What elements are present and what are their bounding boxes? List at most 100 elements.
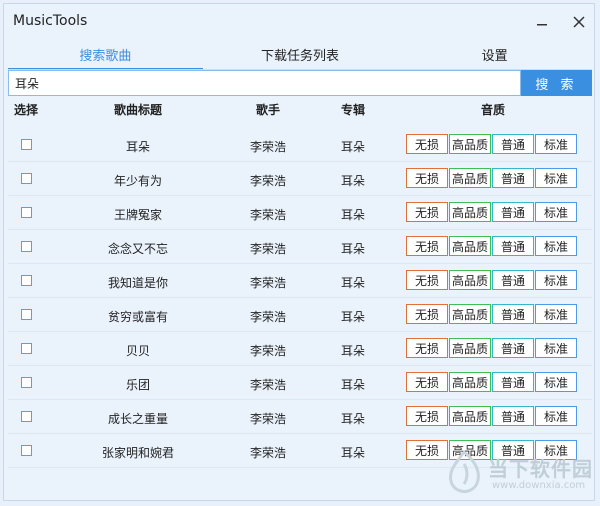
song-artist: 李荣浩 (249, 208, 286, 222)
quality-high-quality-button[interactable]: 高品质 (449, 134, 491, 154)
quality-standard-button[interactable]: 标准 (535, 406, 577, 426)
song-title: 念念又不忘 (107, 242, 168, 256)
quality-standard-button[interactable]: 标准 (535, 202, 577, 222)
quality-standard-button[interactable]: 标准 (535, 372, 577, 392)
watermark: 当下软件园 www.downxia.com (444, 450, 594, 500)
search-button[interactable]: 搜 索 (521, 70, 592, 96)
watermark-logo-icon (449, 450, 480, 494)
song-title: 贝贝 (125, 344, 150, 358)
quality-normal-button[interactable]: 普通 (492, 304, 534, 324)
quality-lossless-button[interactable]: 无损 (406, 202, 448, 222)
header-artist: 歌手 (255, 103, 280, 117)
select-checkbox[interactable] (21, 275, 32, 286)
quality-high-quality-button[interactable]: 高品质 (449, 338, 491, 358)
watermark-name: 当下软件园 (488, 457, 593, 481)
song-artist: 李荣浩 (249, 242, 286, 256)
quality-high-quality-button[interactable]: 高品质 (449, 270, 491, 290)
quality-lossless-button[interactable]: 无损 (406, 338, 448, 358)
window-title: MusicTools (13, 13, 88, 29)
table-header: 选择 歌曲标题 歌手 专辑 音质 (8, 101, 592, 125)
quality-normal-button[interactable]: 普通 (492, 270, 534, 290)
quality-normal-button[interactable]: 普通 (492, 338, 534, 358)
song-title: 年少有为 (113, 174, 162, 188)
quality-normal-button[interactable]: 普通 (492, 406, 534, 426)
quality-normal-button[interactable]: 普通 (492, 134, 534, 154)
quality-lossless-button[interactable]: 无损 (406, 168, 448, 188)
quality-lossless-button[interactable]: 无损 (406, 304, 448, 324)
quality-lossless-button[interactable]: 无损 (406, 134, 448, 154)
select-checkbox[interactable] (21, 207, 32, 218)
song-title: 成长之重量 (107, 412, 168, 426)
table-row: 耳朵 李荣浩 耳朵 无损 高品质 普通 标准 (8, 128, 592, 162)
table-row: 念念又不忘 李荣浩 耳朵 无损 高品质 普通 标准 (8, 230, 592, 264)
quality-normal-button[interactable]: 普通 (492, 168, 534, 188)
song-artist: 李荣浩 (249, 310, 286, 324)
table-row: 成长之重量 李荣浩 耳朵 无损 高品质 普通 标准 (8, 400, 592, 434)
song-title: 张家明和婉君 (101, 446, 174, 460)
tab-download-tasks[interactable]: 下载任务列表 (203, 44, 398, 70)
search-input[interactable] (8, 70, 521, 96)
tab-settings[interactable]: 设置 (397, 44, 592, 70)
table-row: 贫穷或富有 李荣浩 耳朵 无损 高品质 普通 标准 (8, 298, 592, 332)
close-icon (573, 16, 585, 28)
quality-high-quality-button[interactable]: 高品质 (449, 372, 491, 392)
song-title: 贫穷或富有 (107, 310, 168, 324)
quality-high-quality-button[interactable]: 高品质 (449, 236, 491, 256)
song-artist: 李荣浩 (249, 344, 286, 358)
title-bar: MusicTools (4, 4, 594, 38)
quality-standard-button[interactable]: 标准 (535, 168, 577, 188)
song-album: 耳朵 (340, 446, 365, 460)
table-row: 我知道是你 李荣浩 耳朵 无损 高品质 普通 标准 (8, 264, 592, 298)
minimize-button[interactable] (532, 12, 552, 32)
quality-standard-button[interactable]: 标准 (535, 304, 577, 324)
quality-standard-button[interactable]: 标准 (535, 270, 577, 290)
search-bar: 搜 索 (8, 70, 592, 96)
quality-lossless-button[interactable]: 无损 (406, 406, 448, 426)
song-artist: 李荣浩 (249, 412, 286, 426)
select-checkbox[interactable] (21, 173, 32, 184)
quality-normal-button[interactable]: 普通 (492, 236, 534, 256)
song-list: 耳朵 李荣浩 耳朵 无损 高品质 普通 标准 年少有为 李荣浩 耳朵 无损 高品质 普通 标准 王牌冤家 李荣… (8, 128, 592, 468)
song-artist: 李荣浩 (249, 276, 286, 290)
select-checkbox[interactable] (21, 411, 32, 422)
song-album: 耳朵 (340, 208, 365, 222)
select-checkbox[interactable] (21, 343, 32, 354)
quality-lossless-button[interactable]: 无损 (406, 440, 448, 460)
song-artist: 李荣浩 (249, 174, 286, 188)
select-checkbox[interactable] (21, 377, 32, 388)
song-album: 耳朵 (340, 242, 365, 256)
song-album: 耳朵 (340, 412, 365, 426)
quality-lossless-button[interactable]: 无损 (406, 236, 448, 256)
watermark-url: www.downxia.com (492, 480, 586, 491)
quality-high-quality-button[interactable]: 高品质 (449, 304, 491, 324)
quality-standard-button[interactable]: 标准 (535, 134, 577, 154)
quality-normal-button[interactable]: 普通 (492, 372, 534, 392)
select-checkbox[interactable] (21, 445, 32, 456)
quality-high-quality-button[interactable]: 高品质 (449, 202, 491, 222)
table-row: 王牌冤家 李荣浩 耳朵 无损 高品质 普通 标准 (8, 196, 592, 230)
song-artist: 李荣浩 (249, 378, 286, 392)
quality-lossless-button[interactable]: 无损 (406, 372, 448, 392)
song-title: 王牌冤家 (113, 208, 162, 222)
header-album: 专辑 (340, 103, 365, 117)
close-button[interactable] (569, 12, 589, 32)
quality-lossless-button[interactable]: 无损 (406, 270, 448, 290)
select-checkbox[interactable] (21, 139, 32, 150)
song-title: 耳朵 (125, 140, 150, 154)
quality-standard-button[interactable]: 标准 (535, 338, 577, 358)
quality-high-quality-button[interactable]: 高品质 (449, 168, 491, 188)
song-album: 耳朵 (340, 378, 365, 392)
quality-high-quality-button[interactable]: 高品质 (449, 406, 491, 426)
app-window: MusicTools 搜索歌曲 下载任务列表 设置 搜 索 选择 歌曲标题 歌手… (3, 3, 595, 501)
song-artist: 李荣浩 (249, 140, 286, 154)
table-row: 年少有为 李荣浩 耳朵 无损 高品质 普通 标准 (8, 162, 592, 196)
song-artist: 李荣浩 (249, 446, 286, 460)
song-title: 乐团 (125, 378, 150, 392)
tab-search-songs[interactable]: 搜索歌曲 (8, 44, 203, 70)
table-row: 贝贝 李荣浩 耳朵 无损 高品质 普通 标准 (8, 332, 592, 366)
header-quality: 音质 (480, 103, 505, 117)
quality-standard-button[interactable]: 标准 (535, 236, 577, 256)
select-checkbox[interactable] (21, 241, 32, 252)
select-checkbox[interactable] (21, 309, 32, 320)
quality-normal-button[interactable]: 普通 (492, 202, 534, 222)
